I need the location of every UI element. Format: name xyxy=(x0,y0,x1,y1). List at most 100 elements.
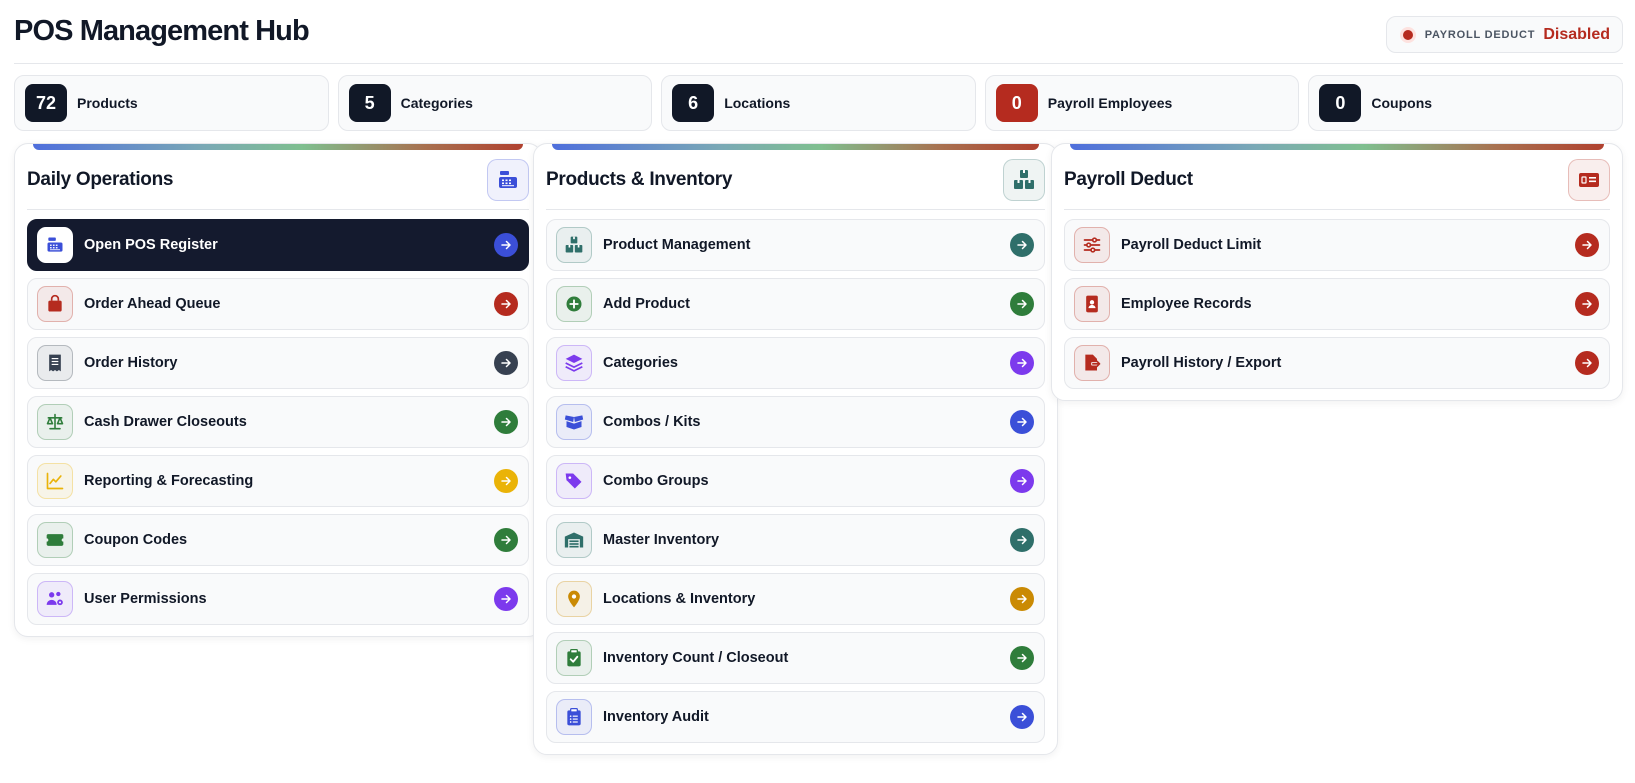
arrow-right-icon[interactable] xyxy=(1575,351,1599,375)
panel-title: Payroll Deduct xyxy=(1064,168,1193,190)
file-export-icon xyxy=(1074,345,1110,381)
menu-item-inventory-count-closeout[interactable]: Inventory Count / Closeout xyxy=(546,632,1045,684)
arrow-right-icon[interactable] xyxy=(1575,292,1599,316)
menu-item-reporting-forecasting[interactable]: Reporting & Forecasting xyxy=(27,455,529,507)
shopping-bag-icon xyxy=(37,286,73,322)
status-dot-icon xyxy=(1402,29,1413,40)
boxes-icon xyxy=(1003,158,1045,201)
menu-item-label: Order Ahead Queue xyxy=(84,296,221,312)
menu-item-label: Master Inventory xyxy=(603,532,720,548)
menu-item-label: Inventory Count / Closeout xyxy=(603,650,789,666)
menu-item-open-pos-register[interactable]: Open POS Register xyxy=(27,219,529,271)
menu-item-cash-drawer-closeouts[interactable]: Cash Drawer Closeouts xyxy=(27,396,529,448)
arrow-right-icon[interactable] xyxy=(1010,292,1034,316)
id-badge-icon xyxy=(1074,286,1110,322)
menu-item-payroll-deduct-limit[interactable]: Payroll Deduct Limit xyxy=(1064,219,1610,271)
arrow-right-icon[interactable] xyxy=(1010,469,1034,493)
stat-label: Locations xyxy=(724,95,791,111)
stat-label: Categories xyxy=(400,95,473,111)
panel-daily-operations: Daily Operations Open POS Register Order A… xyxy=(14,143,542,637)
status-value: Disabled xyxy=(1543,25,1610,43)
menu-item-user-permissions[interactable]: User Permissions xyxy=(27,573,529,625)
stat-count: 0 xyxy=(995,84,1038,122)
arrow-right-icon[interactable] xyxy=(1010,410,1034,434)
chart-line-icon xyxy=(37,463,73,499)
panel-header: Payroll Deduct xyxy=(1064,144,1610,210)
arrow-right-icon[interactable] xyxy=(494,410,518,434)
arrow-right-icon[interactable] xyxy=(1010,233,1034,257)
panel-header: Products & Inventory xyxy=(546,144,1045,210)
menu-item-label: Product Management xyxy=(603,237,751,253)
stat-count: 6 xyxy=(672,84,715,122)
arrow-right-icon[interactable] xyxy=(1575,233,1599,257)
arrow-right-icon[interactable] xyxy=(494,528,518,552)
arrow-right-icon[interactable] xyxy=(1010,705,1034,729)
stats-bar: 72 Products 5 Categories 6 Locations 0 P… xyxy=(14,75,1623,131)
menu-item-combos-kits[interactable]: Combos / Kits xyxy=(546,396,1045,448)
menu-item-label: Payroll History / Export xyxy=(1121,355,1282,371)
panel-menu: Open POS Register Order Ahead Queue Order … xyxy=(15,210,541,636)
arrow-right-icon[interactable] xyxy=(494,587,518,611)
menu-item-label: Cash Drawer Closeouts xyxy=(84,414,247,430)
panel-menu: Product Management Add Product Categories C… xyxy=(534,210,1057,754)
stat-count: 72 xyxy=(25,84,67,122)
stat-coupons: 0 Coupons xyxy=(1308,75,1623,131)
menu-item-combo-groups[interactable]: Combo Groups xyxy=(546,455,1045,507)
users-gear-icon xyxy=(37,581,73,617)
arrow-right-icon[interactable] xyxy=(1010,587,1034,611)
payroll-deduct-status-badge: PAYROLL DEDUCT Disabled xyxy=(1385,16,1623,53)
clipboard-check-icon xyxy=(556,640,592,676)
arrow-right-icon[interactable] xyxy=(1010,351,1034,375)
menu-item-order-ahead-queue[interactable]: Order Ahead Queue xyxy=(27,278,529,330)
tags-icon xyxy=(556,463,592,499)
menu-item-label: Add Product xyxy=(603,296,690,312)
stat-locations: 6 Locations xyxy=(661,75,976,131)
stat-categories: 5 Categories xyxy=(337,75,653,131)
arrow-right-icon[interactable] xyxy=(494,351,518,375)
sliders-icon xyxy=(1074,227,1110,263)
stat-label: Payroll Employees xyxy=(1047,95,1173,111)
arrow-right-icon[interactable] xyxy=(1010,646,1034,670)
menu-item-categories[interactable]: Categories xyxy=(546,337,1045,389)
panel-title: Products & Inventory xyxy=(546,168,733,190)
stat-count: 5 xyxy=(348,84,391,122)
menu-item-coupon-codes[interactable]: Coupon Codes xyxy=(27,514,529,566)
scale-icon xyxy=(37,404,73,440)
plus-circle-icon xyxy=(556,286,592,322)
cash-register-icon xyxy=(37,227,73,263)
menu-item-locations-inventory[interactable]: Locations & Inventory xyxy=(546,573,1045,625)
stat-label: Coupons xyxy=(1371,95,1433,111)
menu-item-label: Combo Groups xyxy=(603,473,709,489)
panel-products-inventory: Products & Inventory Product Management Ad… xyxy=(533,143,1058,755)
menu-item-add-product[interactable]: Add Product xyxy=(546,278,1045,330)
cash-register-icon xyxy=(487,158,529,201)
clipboard-list-icon xyxy=(556,699,592,735)
menu-item-label: Coupon Codes xyxy=(84,532,188,548)
stat-products: 72 Products xyxy=(14,75,329,131)
menu-item-payroll-history-export[interactable]: Payroll History / Export xyxy=(1064,337,1610,389)
arrow-right-icon[interactable] xyxy=(494,233,518,257)
menu-item-product-management[interactable]: Product Management xyxy=(546,219,1045,271)
stat-payroll-employees: 0 Payroll Employees xyxy=(984,75,1300,131)
menu-item-inventory-audit[interactable]: Inventory Audit xyxy=(546,691,1045,743)
page-header: POS Management Hub PAYROLL DEDUCT Disabl… xyxy=(14,14,1623,64)
menu-item-employee-records[interactable]: Employee Records xyxy=(1064,278,1610,330)
stat-count: 0 xyxy=(1319,84,1362,122)
panel-title: Daily Operations xyxy=(27,168,174,190)
receipt-icon xyxy=(37,345,73,381)
box-open-icon xyxy=(556,404,592,440)
arrow-right-icon[interactable] xyxy=(494,292,518,316)
menu-item-order-history[interactable]: Order History xyxy=(27,337,529,389)
menu-item-label: Employee Records xyxy=(1121,296,1252,312)
stat-label: Products xyxy=(77,95,138,111)
arrow-right-icon[interactable] xyxy=(494,469,518,493)
menu-item-label: Open POS Register xyxy=(84,237,218,253)
menu-item-master-inventory[interactable]: Master Inventory xyxy=(546,514,1045,566)
location-pin-icon xyxy=(556,581,592,617)
panel-menu: Payroll Deduct Limit Employee Records Payr… xyxy=(1052,210,1622,400)
menu-item-label: Order History xyxy=(84,355,178,371)
status-label: PAYROLL DEDUCT xyxy=(1424,28,1536,41)
arrow-right-icon[interactable] xyxy=(1010,528,1034,552)
warehouse-icon xyxy=(556,522,592,558)
menu-item-label: Payroll Deduct Limit xyxy=(1121,237,1262,253)
